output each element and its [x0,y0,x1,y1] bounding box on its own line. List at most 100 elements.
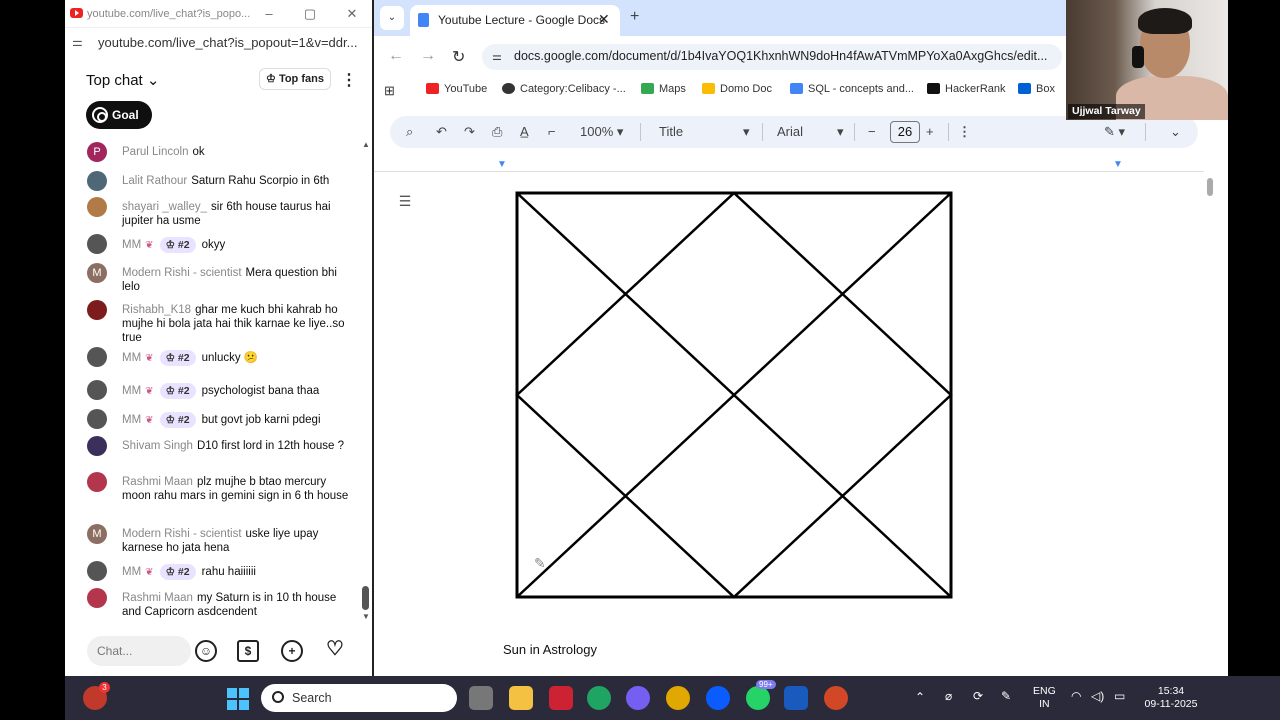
avatar[interactable] [87,409,107,429]
avatar[interactable] [87,234,107,254]
task-view-icon[interactable] [469,686,493,710]
right-indent-marker[interactable]: ▼ [1113,159,1123,170]
avatar[interactable] [87,588,107,608]
tab-close-icon[interactable]: ✕ [598,11,610,28]
bookmark-box[interactable]: Box [1018,83,1055,95]
bookmark-domo-doc[interactable]: Domo Doc [702,83,772,95]
chrome-app-icon[interactable] [587,686,611,710]
viber-icon[interactable] [626,686,650,710]
taskbar-search[interactable]: Search [261,684,457,712]
volume-icon[interactable]: ◁) [1091,689,1104,703]
message-author[interactable]: MM [122,566,141,578]
new-tab-icon[interactable]: + [630,8,639,26]
increase-font-size-icon[interactable]: + [926,124,934,139]
add-icon[interactable]: + [281,640,303,662]
more-options-icon[interactable]: ⋮ [341,70,357,90]
decrease-font-size-icon[interactable]: − [868,124,876,139]
message-author[interactable]: Modern Rishi - scientist [122,528,242,540]
paint-format-icon[interactable]: ⌐ [548,124,556,139]
undo-icon[interactable]: ↶ [436,124,447,140]
message-author[interactable]: MM [122,352,141,364]
avatar[interactable]: M [87,524,107,544]
avatar[interactable] [87,300,107,320]
sync-icon[interactable]: ⟳ [973,689,983,703]
avatar[interactable] [87,197,107,217]
print-icon[interactable]: ⎙ [492,124,502,140]
back-icon[interactable]: ← [388,47,404,65]
document-scroll-thumb[interactable] [1207,178,1213,196]
zoom-select[interactable]: 100% ▾ [580,124,623,140]
message-author[interactable]: shayari _walley_ [122,201,207,213]
message-author[interactable]: MM [122,239,141,251]
message-author[interactable]: Parul Lincoln [122,146,188,158]
hide-menus-icon[interactable]: ⌄ [1170,124,1181,140]
avatar[interactable] [87,472,107,492]
network-off-icon[interactable]: ⌀ [945,689,952,703]
chrome-icon[interactable] [666,686,690,710]
message-author[interactable]: Shivam Singh [122,440,193,452]
bookmark-hackerrank[interactable]: HackerRank [927,83,1006,95]
super-chat-icon[interactable]: $ [237,640,259,662]
maximize-button[interactable]: ▢ [300,4,320,24]
chat-address-bar[interactable]: ⚌ youtube.com/live_chat?is_popout=1&v=dd… [65,28,372,56]
spellcheck-icon[interactable]: A̲ [520,124,529,139]
avatar[interactable] [87,347,107,367]
reload-icon[interactable]: ↻ [452,47,465,67]
tab-google-docs[interactable]: Youtube Lecture - Google Docs ✕ [410,5,620,36]
editing-mode-icon[interactable]: ✎ ▾ [1104,124,1125,140]
address-bar[interactable]: ⚌ docs.google.com/document/d/1b4IvaYOQ1K… [482,44,1062,70]
font-size-input[interactable]: 26 [890,121,920,143]
avatar[interactable] [87,380,107,400]
document-scrollbar[interactable] [1204,172,1216,676]
top-chat-dropdown[interactable]: Top chat ⌄ [86,71,159,89]
goal-button[interactable]: Goal [86,101,152,129]
message-author[interactable]: Modern Rishi - scientist [122,267,242,279]
chat-scroll-thumb[interactable] [362,586,369,610]
message-author[interactable]: MM [122,414,141,426]
left-indent-marker[interactable]: ▼ [497,159,507,170]
file-explorer-icon[interactable] [509,686,533,710]
message-author[interactable]: Lalit Rathour [122,175,187,187]
language-indicator[interactable]: ENG IN [1033,685,1056,711]
chat-input[interactable]: Chat... [87,636,191,666]
top-fans-button[interactable]: ♔ Top fans [259,68,331,90]
battery-icon[interactable]: ▭ [1114,689,1125,703]
message-author[interactable]: Rishabh_K18 [122,304,191,316]
forward-icon[interactable]: → [420,47,436,65]
bookmark-maps[interactable]: Maps [641,83,686,95]
avatar[interactable] [87,436,107,456]
message-author[interactable]: Rashmi Maan [122,592,193,604]
emoji-icon[interactable]: ☺ [195,640,217,662]
calendar-app-icon[interactable] [549,686,573,710]
style-select[interactable]: Title ▾ [659,124,755,139]
bookmark-sql[interactable]: SQL - concepts and... [790,83,914,95]
bookmark-youtube[interactable]: YouTube [426,83,487,95]
more-toolbar-icon[interactable]: ⋮ [958,124,971,140]
message-author[interactable]: MM [122,385,141,397]
tab-search-icon[interactable]: ⌄ [380,6,404,30]
avatar[interactable] [87,171,107,191]
powerpoint-icon[interactable] [824,686,848,710]
avatar[interactable]: P [87,142,107,162]
avatar[interactable] [87,561,107,581]
site-settings-icon[interactable]: ⚌ [72,35,88,49]
search-menus-icon[interactable]: ⌕ [406,124,413,140]
weather-app-icon[interactable]: 3 [83,682,110,710]
minimize-button[interactable]: – [259,4,279,24]
whatsapp-icon[interactable]: 99+ [746,680,776,710]
pen-icon[interactable]: ✎ [1001,689,1011,703]
heart-icon[interactable]: ♡ [324,639,346,662]
bookmark-celibacy[interactable]: Category:Celibacy -... [502,83,626,95]
document-outline-icon[interactable]: ☰ [394,193,416,215]
zoom-app-icon[interactable] [706,686,730,710]
chat-scrollbar[interactable]: ▲ ▼ [362,140,370,626]
site-info-icon[interactable]: ⚌ [492,50,506,64]
clock[interactable]: 15:34 09-11-2025 [1141,685,1201,711]
wifi-icon[interactable]: ◠ [1071,689,1081,703]
apps-grid-icon[interactable]: ⊞ [384,83,395,99]
message-author[interactable]: Rashmi Maan [122,476,193,488]
avatar[interactable]: M [87,263,107,283]
close-button[interactable]: ✕ [342,4,362,24]
font-select[interactable]: Arial ▾ [777,124,849,139]
word-icon[interactable] [784,686,808,710]
